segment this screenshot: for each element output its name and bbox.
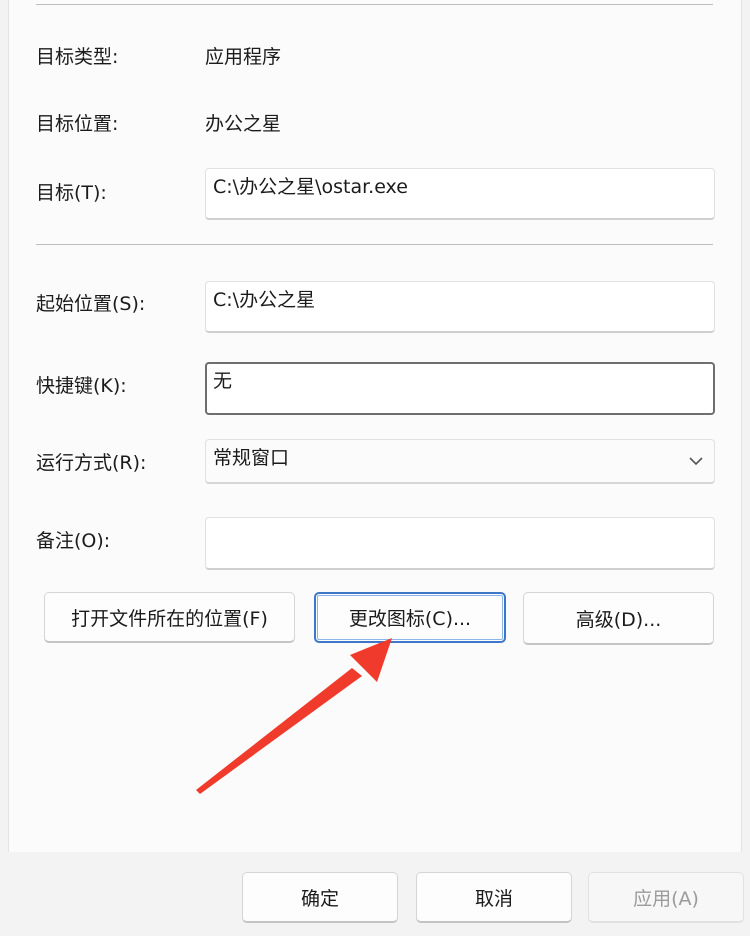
cancel-button[interactable]: 取消 bbox=[416, 872, 572, 923]
target-location-value: 办公之星 bbox=[205, 113, 282, 135]
target-label: 目标(T): bbox=[36, 182, 107, 204]
change-icon-button[interactable]: 更改图标(C)... bbox=[314, 592, 506, 643]
run-select[interactable]: 常规窗口 bbox=[205, 439, 715, 484]
target-input[interactable]: C:\办公之星\ostar.exe bbox=[205, 168, 715, 220]
shortcut-key-label: 快捷键(K): bbox=[36, 375, 127, 397]
ok-button[interactable]: 确定 bbox=[242, 872, 398, 923]
top-divider bbox=[36, 4, 713, 5]
start-in-label: 起始位置(S): bbox=[36, 293, 146, 315]
target-type-label: 目标类型: bbox=[36, 46, 119, 68]
start-in-input[interactable]: C:\办公之星 bbox=[205, 281, 715, 333]
apply-button[interactable]: 应用(A) bbox=[588, 872, 744, 923]
comment-label: 备注(O): bbox=[36, 530, 111, 552]
target-location-label: 目标位置: bbox=[36, 113, 119, 135]
middle-divider bbox=[36, 244, 713, 245]
target-type-value: 应用程序 bbox=[205, 46, 282, 68]
chevron-down-icon bbox=[689, 457, 703, 466]
run-label: 运行方式(R): bbox=[36, 452, 147, 474]
comment-input[interactable] bbox=[205, 517, 715, 570]
dialog-footer: 确定 取消 应用(A) bbox=[0, 852, 750, 936]
run-select-value: 常规窗口 bbox=[213, 447, 290, 469]
shortcut-key-input[interactable]: 无 bbox=[205, 362, 715, 415]
properties-panel: 目标类型: 应用程序 目标位置: 办公之星 目标(T): C:\办公之星\ost… bbox=[8, 0, 742, 852]
open-file-location-button[interactable]: 打开文件所在的位置(F) bbox=[44, 592, 295, 643]
advanced-button[interactable]: 高级(D)... bbox=[523, 592, 714, 645]
